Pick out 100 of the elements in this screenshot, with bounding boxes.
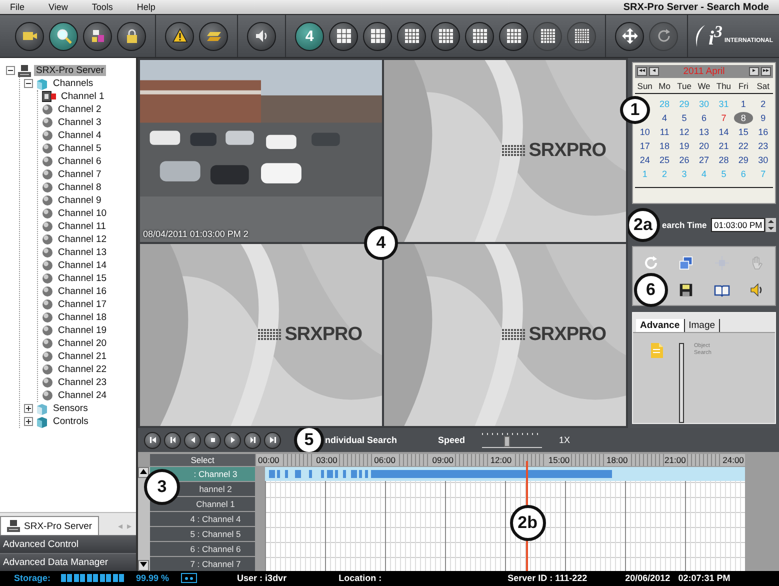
tree-item[interactable]: Channel 4: [56, 130, 104, 141]
calendar-day[interactable]: 25: [654, 154, 674, 166]
tree-item[interactable]: Channel 6: [56, 156, 104, 167]
tree-item[interactable]: Channel 19: [56, 325, 109, 336]
tree-item[interactable]: Channel 9: [56, 195, 104, 206]
tools-button[interactable]: [83, 22, 112, 50]
tree-item[interactable]: Channel 23: [56, 377, 109, 388]
menu-item[interactable]: File: [10, 2, 25, 12]
calendar-day[interactable]: 18: [654, 140, 674, 152]
calendar-day[interactable]: 15: [734, 126, 754, 138]
calendar-day[interactable]: 22: [734, 140, 754, 152]
tree-item[interactable]: Channel 7: [56, 169, 104, 180]
tree-item[interactable]: Channel 2: [56, 104, 104, 115]
tree-item[interactable]: Channel 5: [56, 143, 104, 154]
calendar-day[interactable]: 5: [674, 112, 694, 124]
calendar-day[interactable]: 17: [635, 140, 655, 152]
calendar-day[interactable]: 14: [714, 126, 734, 138]
tree-item[interactable]: Channel 20: [56, 338, 109, 349]
calendar-day[interactable]: 6: [694, 112, 714, 124]
calendar-day[interactable]: 21: [714, 140, 734, 152]
video-tile[interactable]: SRXPRO: [384, 60, 626, 242]
calendar-day[interactable]: 11: [654, 126, 674, 138]
back-button[interactable]: [184, 432, 201, 448]
calendar-day[interactable]: 19: [674, 140, 694, 152]
calendar-day[interactable]: 16: [753, 126, 773, 138]
next-mark-button[interactable]: [244, 432, 261, 448]
menu-item[interactable]: Help: [136, 2, 156, 12]
speaker-button[interactable]: [247, 22, 276, 50]
calendar-day[interactable]: 1: [734, 98, 754, 110]
prev-mark-button[interactable]: [164, 432, 181, 448]
tree-item[interactable]: Channel 22: [56, 364, 109, 375]
grid-layout-button[interactable]: [431, 22, 460, 50]
calendar-day[interactable]: 10: [635, 126, 655, 138]
grid-layout-button[interactable]: [363, 22, 392, 50]
tree-item[interactable]: Channel 12: [56, 234, 109, 245]
collapse-icon[interactable]: [24, 79, 33, 88]
tree-item[interactable]: Controls: [51, 416, 90, 427]
last-button[interactable]: [264, 432, 281, 448]
grid-layout-button[interactable]: [465, 22, 494, 50]
spinner-icon[interactable]: [765, 218, 776, 232]
layers-button[interactable]: [199, 22, 228, 50]
tree-item[interactable]: Channel 17: [56, 299, 109, 310]
collapse-icon[interactable]: [6, 66, 15, 75]
tree-item[interactable]: Channel 11: [56, 221, 108, 232]
calendar-day[interactable]: 27: [694, 154, 714, 166]
menu-item[interactable]: Tools: [92, 2, 113, 12]
save-icon[interactable]: [679, 282, 694, 296]
menu-item[interactable]: View: [48, 2, 68, 12]
tab[interactable]: Advance: [636, 319, 685, 332]
calendar-day[interactable]: 8: [734, 112, 754, 124]
grid-layout-button[interactable]: [329, 22, 358, 50]
calendar-day[interactable]: 23: [753, 140, 773, 152]
book-icon[interactable]: [714, 282, 730, 296]
calendar-day[interactable]: 4: [654, 112, 674, 124]
calendar-day[interactable]: 13: [694, 126, 714, 138]
calendar-day[interactable]: 28: [714, 154, 734, 166]
tree-item[interactable]: Sensors: [51, 403, 90, 414]
grid-layout-button[interactable]: [499, 22, 528, 50]
calendar-day[interactable]: 2: [753, 98, 773, 110]
lock-button[interactable]: [117, 22, 146, 50]
scroll-up-button[interactable]: [138, 467, 149, 478]
tree-item[interactable]: Channel 1: [59, 91, 106, 102]
play-button[interactable]: [224, 432, 241, 448]
calendar-day[interactable]: 30: [753, 154, 773, 166]
calendar-day[interactable]: 9: [753, 112, 773, 124]
first-button[interactable]: [144, 432, 161, 448]
grid-layout-button[interactable]: [397, 22, 426, 50]
tree-item[interactable]: Channel 14: [56, 260, 109, 271]
calendar-day[interactable]: 20: [694, 140, 714, 152]
slider-thumb[interactable]: [504, 436, 510, 446]
stop-button[interactable]: [204, 432, 221, 448]
windows-icon[interactable]: [679, 256, 694, 270]
calendar-day[interactable]: 24: [635, 154, 655, 166]
section-header[interactable]: Advanced Control: [0, 535, 136, 553]
calendar-day[interactable]: 26: [674, 154, 694, 166]
time-field[interactable]: 01:03:00 PM: [711, 218, 765, 232]
expand-icon[interactable]: [24, 404, 33, 413]
tree-item[interactable]: Channel 8: [56, 182, 104, 193]
scroll-down-button[interactable]: [138, 560, 149, 571]
tree-item[interactable]: SRX-Pro Server: [34, 65, 106, 76]
move-button[interactable]: [615, 22, 644, 50]
calendar-day[interactable]: 12: [674, 126, 694, 138]
tree-item[interactable]: Channel 13: [56, 247, 109, 258]
expand-icon[interactable]: [24, 417, 33, 426]
calendar-day[interactable]: 7: [714, 112, 734, 124]
camera-button[interactable]: [15, 22, 44, 50]
warning-button[interactable]: [165, 22, 194, 50]
tree-item[interactable]: Channel 15: [56, 273, 109, 284]
search-button[interactable]: [49, 22, 78, 50]
tree-item[interactable]: Channel 24: [56, 390, 109, 401]
tree-item[interactable]: Channel 21: [56, 351, 109, 362]
section-header[interactable]: Advanced Data Manager: [0, 553, 136, 571]
tree-item[interactable]: Channels: [51, 78, 96, 89]
tree-item[interactable]: Channel 18: [56, 312, 109, 323]
calendar-day[interactable]: 29: [734, 154, 754, 166]
server-tab[interactable]: SRX-Pro Server: [0, 516, 100, 535]
tree-item[interactable]: Channel 3: [56, 117, 104, 128]
tree-item[interactable]: Channel 10: [56, 208, 109, 219]
column-header[interactable]: Select: [150, 454, 255, 466]
tree-item[interactable]: Channel 16: [56, 286, 109, 297]
